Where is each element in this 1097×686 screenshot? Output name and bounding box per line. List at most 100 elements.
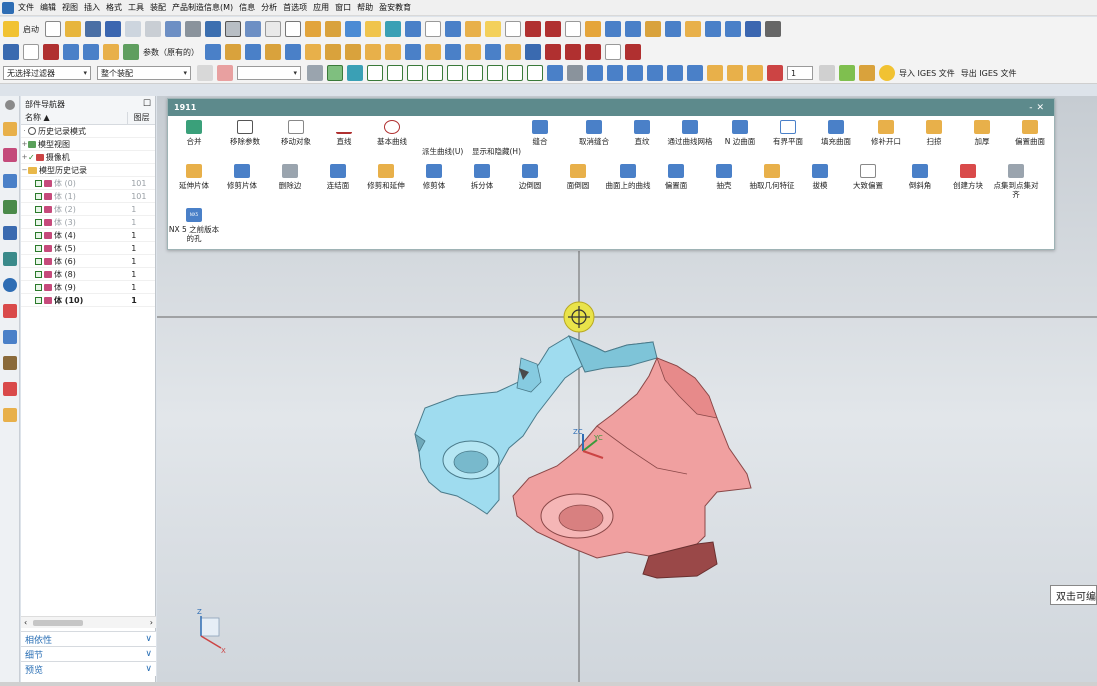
csys-icon[interactable] xyxy=(647,65,663,81)
intersection-point-icon[interactable] xyxy=(427,65,443,81)
menu-window[interactable]: 窗口 xyxy=(335,2,351,13)
rectangle-icon[interactable] xyxy=(505,21,521,37)
face-blend-icon[interactable] xyxy=(305,44,321,60)
tree-row-cameras[interactable]: + ✓ 摄像机 xyxy=(21,151,155,164)
layer-settings-icon[interactable] xyxy=(705,21,721,37)
reuse-library-icon[interactable] xyxy=(3,200,17,214)
perpendicular-icon[interactable] xyxy=(447,65,463,81)
drafting-icon[interactable] xyxy=(685,21,701,37)
menu-preferences[interactable]: 首选项 xyxy=(283,2,307,13)
cmd-trimmed-sheet[interactable]: 修剪片体 xyxy=(216,164,268,190)
cmd-edge-blend[interactable]: 边倒圆 xyxy=(504,164,556,190)
start-icon[interactable] xyxy=(3,21,19,37)
cmd-unsew[interactable]: 取消缝合 xyxy=(568,120,620,146)
collapse-minus-icon[interactable]: − xyxy=(21,166,28,174)
import-iges-button[interactable]: 导入 IGES 文件 xyxy=(899,68,955,79)
menu-info[interactable]: 信息 xyxy=(239,2,255,13)
visibility-checkbox[interactable] xyxy=(35,257,42,265)
grid-icon[interactable] xyxy=(567,65,583,81)
menu-assembly[interactable]: 装配 xyxy=(150,2,166,13)
cmd-shell[interactable]: 抽壳 xyxy=(698,164,750,190)
nx-sm-icon[interactable] xyxy=(605,21,621,37)
layer-icon[interactable] xyxy=(627,65,643,81)
snap-mode-select[interactable]: ▾ xyxy=(237,66,301,80)
replace-feature-icon[interactable] xyxy=(225,44,241,60)
tree-row-body-0[interactable]: 体 (0) 101 xyxy=(21,177,155,190)
cmd-extract-geometry[interactable]: 抽取几何特征 xyxy=(746,164,798,190)
menu-format[interactable]: 格式 xyxy=(106,2,122,13)
mid-point-icon[interactable] xyxy=(387,65,403,81)
expand-plus-icon[interactable]: + xyxy=(21,153,28,161)
web-browser-icon[interactable] xyxy=(3,226,17,240)
reorder-icon[interactable] xyxy=(245,44,261,60)
start-menu-label[interactable]: 启动 xyxy=(23,24,39,35)
menu-yingan[interactable]: 盈安教育 xyxy=(379,2,411,13)
settings-gear-icon[interactable] xyxy=(5,100,15,110)
snap-icon[interactable] xyxy=(197,65,213,81)
point-on-curve-icon[interactable] xyxy=(527,65,543,81)
cmd-basic-curves[interactable]: 基本曲线 xyxy=(366,120,418,146)
cmd-bounded-plane[interactable]: 有界平面 xyxy=(762,120,814,146)
tree-row-body-3[interactable]: 体 (3) 1 xyxy=(21,216,155,229)
close-icon[interactable]: ✕ xyxy=(1036,103,1048,113)
manufacturing-wizard-icon[interactable] xyxy=(3,356,17,370)
section-view-icon[interactable] xyxy=(245,21,261,37)
sketch-icon[interactable] xyxy=(265,21,281,37)
datum-plane-icon[interactable] xyxy=(285,21,301,37)
tree-row-body-2[interactable]: 体 (2) 1 xyxy=(21,203,155,216)
history-icon[interactable] xyxy=(3,252,17,266)
cmd-face-blend[interactable]: 面倒圆 xyxy=(552,164,604,190)
pocket-icon[interactable] xyxy=(405,21,421,37)
intersection-curve-icon[interactable] xyxy=(43,44,59,60)
layer-dropdown-icon[interactable] xyxy=(819,65,835,81)
end-point-icon[interactable] xyxy=(367,65,383,81)
cmd-split-body[interactable]: 拆分体 xyxy=(456,164,508,190)
visibility-checkbox[interactable] xyxy=(35,179,42,187)
expand-plus-icon[interactable]: + xyxy=(21,140,28,148)
mesh-icon[interactable] xyxy=(83,44,99,60)
cmd-nx5-hole[interactable]: NX5 NX 5 之前版本的孔 xyxy=(168,208,220,243)
cmd-n-sided-surface[interactable]: N 边曲面 xyxy=(714,120,766,146)
move-handle-icon[interactable] xyxy=(347,65,363,81)
wrap-icon[interactable] xyxy=(505,44,521,60)
export-iges-button[interactable]: 导出 IGES 文件 xyxy=(961,68,1017,79)
navigator-horizontal-scrollbar[interactable]: ‹ › xyxy=(21,616,156,628)
tree-row-body-1[interactable]: 体 (1) 101 xyxy=(21,190,155,203)
mirror-icon[interactable] xyxy=(365,44,381,60)
view-triad-icon[interactable] xyxy=(547,65,563,81)
tree-row-body-10[interactable]: 体 (10) 1 xyxy=(21,294,155,307)
assembly-constraint-icon[interactable] xyxy=(665,21,681,37)
cmd-patch-opening[interactable]: 修补开口 xyxy=(860,120,912,146)
command-panel-titlebar[interactable]: 1911 -✕ xyxy=(168,99,1054,116)
nx-app-icon[interactable] xyxy=(2,1,14,14)
orient-view-icon[interactable] xyxy=(205,21,221,37)
tree-row-body-8[interactable]: 体 (8) 1 xyxy=(21,268,155,281)
select-all-icon[interactable] xyxy=(307,65,323,81)
tree-row-body-9[interactable]: 体 (9) 1 xyxy=(21,281,155,294)
cmd-ruled[interactable]: 直纹 xyxy=(616,120,668,146)
visibility-checkbox[interactable] xyxy=(35,218,42,226)
pattern-face-icon[interactable] xyxy=(385,44,401,60)
cmd-offset-surface[interactable]: 偏置曲面 xyxy=(1004,120,1056,146)
cmd-swept[interactable]: 扫掠 xyxy=(908,120,960,146)
visibility-checkbox[interactable] xyxy=(35,296,42,304)
menu-show-hide[interactable]: 显示和隐藏(H) xyxy=(472,146,521,157)
thread-icon[interactable] xyxy=(425,21,441,37)
visibility-checkbox[interactable] xyxy=(35,270,42,278)
tree-row-history-mode[interactable]: · 历史记录模式 xyxy=(21,125,155,138)
split-face-icon[interactable] xyxy=(465,44,481,60)
cmd-rough-offset[interactable]: 大致偏置 xyxy=(842,164,894,190)
menu-tools[interactable]: 工具 xyxy=(128,2,144,13)
sheet-icon[interactable] xyxy=(727,65,743,81)
block-icon[interactable] xyxy=(365,21,381,37)
control-point-icon[interactable] xyxy=(407,65,423,81)
process-studio-icon[interactable] xyxy=(3,330,17,344)
cut-icon[interactable] xyxy=(145,21,161,37)
revolve-icon[interactable] xyxy=(325,21,341,37)
cmd-join-face[interactable]: 连结面 xyxy=(312,164,364,190)
tree-row-body-4[interactable]: 体 (4) 1 xyxy=(21,229,155,242)
scroll-left-icon[interactable]: ‹ xyxy=(24,618,27,627)
tree-row-model-views[interactable]: + 模型视图 xyxy=(21,138,155,151)
cmd-create-box[interactable]: 创建方块 xyxy=(942,164,994,190)
emboss-icon[interactable] xyxy=(405,44,421,60)
